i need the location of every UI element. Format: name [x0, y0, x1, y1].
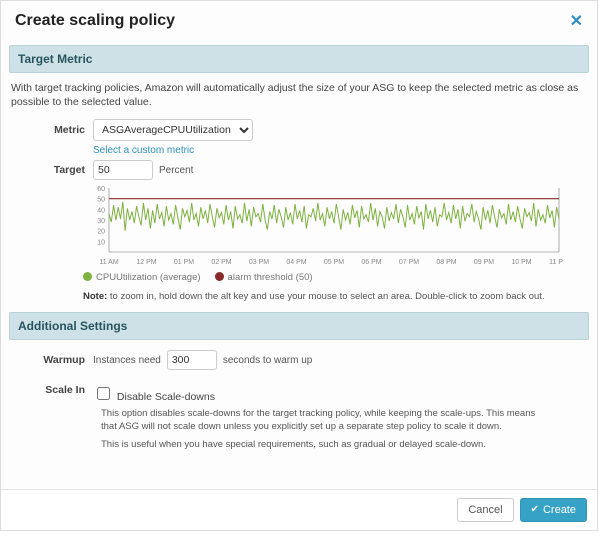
svg-text:08 PM: 08 PM [436, 259, 456, 266]
svg-text:60: 60 [97, 186, 105, 193]
warmup-input[interactable] [167, 350, 217, 370]
close-icon[interactable]: ✕ [570, 11, 583, 31]
svg-text:50: 50 [97, 197, 105, 204]
svg-text:01 PM: 01 PM [174, 259, 194, 266]
target-metric-description: With target tracking policies, Amazon wi… [9, 73, 589, 119]
svg-text:03 PM: 03 PM [249, 259, 269, 266]
metric-label: Metric [9, 124, 93, 136]
select-custom-metric-link[interactable]: Select a custom metric [93, 145, 194, 156]
dialog-footer: Cancel ✔ Create [1, 489, 597, 530]
dialog-header: Create scaling policy ✕ [1, 1, 597, 41]
svg-text:02 PM: 02 PM [211, 259, 231, 266]
metric-select[interactable]: ASGAverageCPUUtilization [93, 119, 253, 141]
svg-text:11 PM: 11 PM [549, 259, 563, 266]
scalein-label: Scale In [9, 384, 93, 396]
svg-text:30: 30 [97, 218, 105, 225]
svg-text:04 PM: 04 PM [286, 259, 306, 266]
disable-scaledowns-input[interactable] [97, 387, 110, 400]
metric-chart[interactable]: 10 20 30 40 50 60 11 AM 12 PM 01 PM 02 PM 03 PM 04 … [83, 186, 589, 312]
section-header-additional-settings: Additional Settings [9, 312, 589, 340]
disable-scaledowns-checkbox[interactable]: Disable Scale-downs [93, 391, 215, 403]
create-button[interactable]: ✔ Create [520, 498, 587, 522]
svg-text:11 AM: 11 AM [99, 259, 118, 266]
warmup-suffix: seconds to warm up [223, 355, 313, 366]
scalein-help-text: This option disables scale-downs for the… [101, 408, 551, 451]
chart-legend: CPUUtilization (average) alarm threshold… [83, 266, 589, 287]
target-unit: Percent [153, 165, 193, 176]
section-header-target-metric: Target Metric [9, 45, 589, 73]
svg-text:06 PM: 06 PM [361, 259, 381, 266]
svg-text:12 PM: 12 PM [136, 259, 156, 266]
chart-zoom-note: Note: to zoom in, hold down the alt key … [83, 287, 589, 312]
svg-text:10 PM: 10 PM [511, 259, 531, 266]
legend-alarm: alarm threshold (50) [215, 272, 313, 283]
target-label: Target [9, 164, 93, 176]
warmup-prefix: Instances need [93, 355, 161, 366]
target-input[interactable] [93, 160, 153, 180]
svg-text:09 PM: 09 PM [474, 259, 494, 266]
legend-series: CPUUtilization (average) [83, 272, 201, 283]
cancel-button[interactable]: Cancel [457, 498, 513, 522]
svg-text:20: 20 [97, 229, 105, 236]
svg-text:07 PM: 07 PM [399, 259, 419, 266]
check-icon: ✔ [531, 504, 539, 515]
svg-text:40: 40 [97, 208, 105, 215]
create-scaling-policy-dialog: Create scaling policy ✕ Target Metric Wi… [0, 0, 598, 531]
svg-text:10: 10 [97, 240, 105, 247]
svg-text:05 PM: 05 PM [324, 259, 344, 266]
warmup-label: Warmup [9, 354, 93, 366]
dialog-title: Create scaling policy [15, 12, 570, 30]
